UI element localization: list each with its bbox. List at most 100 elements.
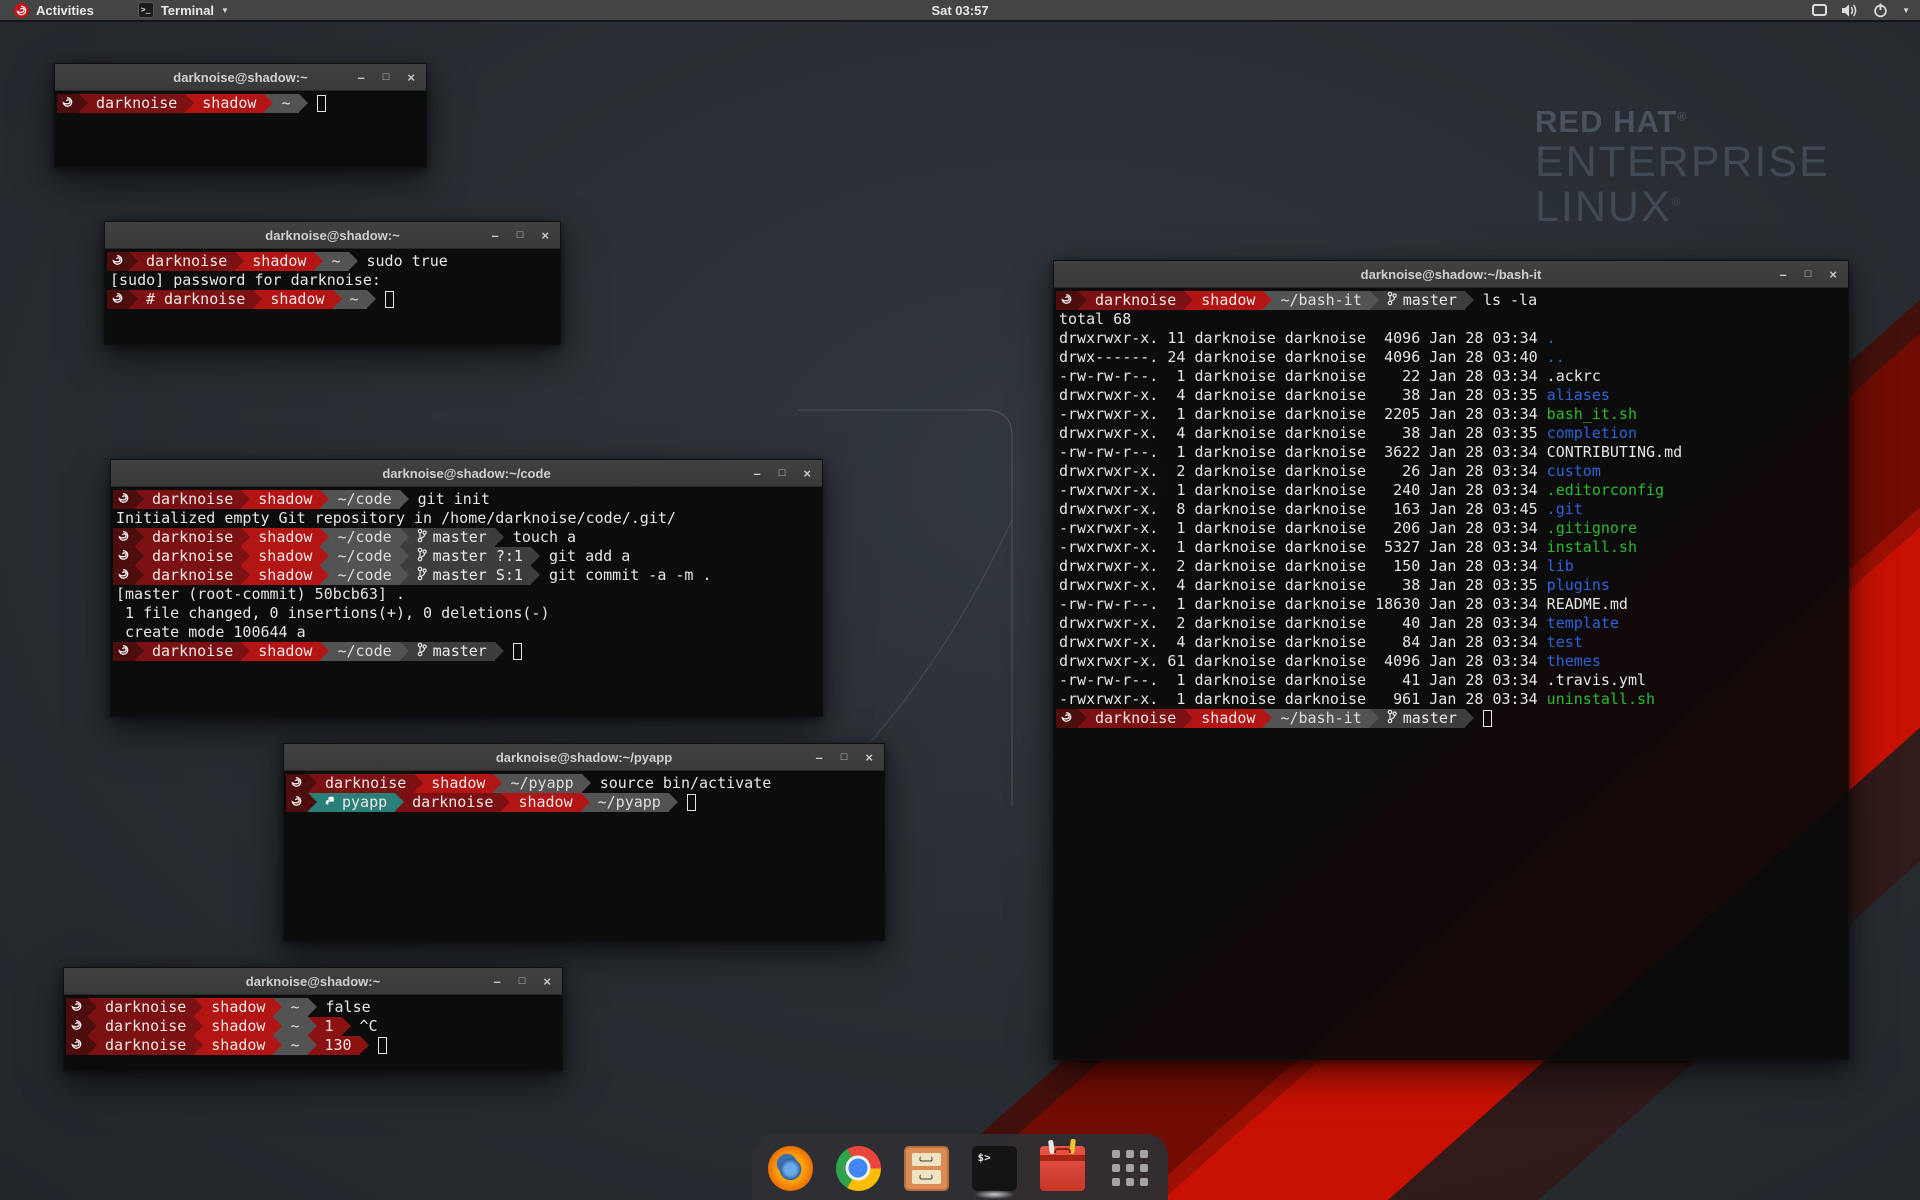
close-button[interactable]: ×	[1829, 268, 1837, 281]
firefox-icon[interactable]	[768, 1146, 813, 1191]
output-text: -rwxrwxr-x. 1 darknoise darknoise 240 Ja…	[1056, 481, 1664, 500]
terminal-line: drwxrwxr-x. 2 darknoise darknoise 26 Jan…	[1056, 462, 1846, 481]
minimize-button[interactable]: –	[816, 751, 823, 764]
output-text: drwxrwxr-x. 2 darknoise darknoise 26 Jan…	[1056, 462, 1601, 481]
powerline-separator	[308, 793, 317, 812]
prompt-segment-icon	[113, 566, 135, 585]
command-text: ^C	[360, 1017, 378, 1036]
powerline-separator	[581, 793, 590, 812]
maximize-button[interactable]: □	[383, 72, 390, 83]
titlebar[interactable]: darknoise@shadow:~/bash-it –□×	[1054, 261, 1848, 288]
redhat-icon	[291, 774, 302, 793]
titlebar[interactable]: darknoise@shadow:~/pyapp –□×	[284, 744, 884, 771]
git-branch-icon	[417, 528, 427, 548]
titlebar[interactable]: darknoise@shadow:~/code –□×	[111, 460, 822, 487]
terminal-line: darknoiseshadow~	[57, 94, 424, 113]
powerline-separator	[400, 490, 409, 509]
prompt-segment-user: darknoise	[144, 490, 241, 509]
app-menu-terminal[interactable]: >_ Terminal ▼	[132, 0, 235, 21]
terminal-cursor	[687, 794, 696, 811]
minimize-button[interactable]: –	[1780, 268, 1787, 281]
terminal-content[interactable]: darknoiseshadow~falsedarknoiseshadow~1^C…	[64, 995, 562, 1055]
prompt-segment-host: shadow	[510, 793, 580, 812]
titlebar[interactable]: darknoise@shadow:~ – □ ×	[55, 64, 426, 91]
minimize-button[interactable]: –	[494, 975, 501, 988]
prompt-segment-host: shadow	[1193, 709, 1263, 728]
close-button[interactable]: ×	[543, 975, 551, 988]
toolbox-icon[interactable]	[1040, 1146, 1085, 1191]
maximize-button[interactable]: □	[517, 230, 524, 241]
redhat-icon	[112, 252, 123, 271]
output-text: Initialized empty Git repository in /hom…	[113, 509, 676, 528]
file-name: bash_it.sh	[1547, 405, 1637, 423]
activities-button[interactable]: Activities	[8, 0, 100, 21]
app-grid-icon[interactable]	[1108, 1146, 1153, 1191]
maximize-button[interactable]: □	[1805, 269, 1812, 280]
output-text: -rwxrwxr-x. 1 darknoise darknoise 2205 J…	[1056, 405, 1637, 424]
terminal-content[interactable]: darknoiseshadow~sudo true[sudo] password…	[105, 249, 560, 309]
chrome-icon[interactable]	[836, 1146, 881, 1191]
terminal-cursor	[378, 1037, 387, 1054]
prompt-segment-path: ~/code	[329, 547, 399, 566]
terminal-icon[interactable]: $>	[972, 1146, 1017, 1191]
terminal-content[interactable]: darknoiseshadow~/pyappsource bin/activat…	[284, 771, 884, 812]
close-button[interactable]: ×	[407, 71, 415, 84]
terminal-line: darknoiseshadow~false	[66, 998, 560, 1017]
maximize-button[interactable]: □	[841, 752, 848, 763]
output-text: -rwxrwxr-x. 1 darknoise darknoise 5327 J…	[1056, 538, 1637, 557]
minimize-button[interactable]: –	[358, 71, 365, 84]
file-name: .gitignore	[1547, 519, 1637, 537]
close-button[interactable]: ×	[865, 751, 873, 764]
volume-icon[interactable]	[1841, 3, 1859, 18]
prompt-segment-path: ~	[282, 1017, 307, 1036]
terminal-content[interactable]: darknoiseshadow~/bash-itmasterls -latota…	[1054, 288, 1848, 728]
terminal-line: drwxrwxr-x. 4 darknoise darknoise 38 Jan…	[1056, 386, 1846, 405]
close-button[interactable]: ×	[803, 467, 811, 480]
caret-down-icon: ▼	[221, 6, 229, 15]
window-icon[interactable]	[1812, 4, 1827, 16]
prompt-segment-host: shadow	[203, 1017, 273, 1036]
close-button[interactable]: ×	[541, 229, 549, 242]
git-branch-icon	[417, 642, 427, 662]
prompt-segment-path: ~/bash-it	[1272, 709, 1369, 728]
terminal-line: pyappdarknoiseshadow~/pyapp	[286, 793, 882, 812]
prompt-segment-icon	[286, 793, 308, 812]
terminal-line: # darknoiseshadow~	[107, 290, 558, 309]
terminal-line: 1 file changed, 0 insertions(+), 0 delet…	[113, 604, 820, 623]
powerline-separator	[531, 566, 540, 585]
powerline-separator	[1263, 709, 1272, 728]
window-title: darknoise@shadow:~	[173, 70, 307, 85]
file-name: completion	[1547, 424, 1637, 442]
file-name: template	[1547, 614, 1619, 632]
powerline-separator	[241, 528, 250, 547]
file-name: .git	[1547, 500, 1583, 518]
powerline-separator	[395, 793, 404, 812]
terminal-line: -rw-rw-r--. 1 darknoise darknoise 41 Jan…	[1056, 671, 1846, 690]
terminal-content[interactable]: darknoiseshadow~	[55, 91, 426, 113]
maximize-button[interactable]: □	[519, 976, 526, 987]
power-icon[interactable]	[1873, 3, 1888, 18]
redhat-icon	[118, 642, 129, 661]
powerline-separator	[273, 1036, 282, 1055]
minimize-button[interactable]: –	[492, 229, 499, 242]
titlebar[interactable]: darknoise@shadow:~ –□×	[64, 968, 562, 995]
maximize-button[interactable]: □	[779, 468, 786, 479]
file-name: lib	[1547, 557, 1574, 575]
powerline-separator	[194, 1017, 203, 1036]
files-icon[interactable]	[904, 1146, 949, 1191]
powerline-separator	[241, 566, 250, 585]
terminal-line: darknoiseshadow~130	[66, 1036, 560, 1055]
caret-down-icon[interactable]: ▼	[1902, 6, 1910, 15]
prompt-segment-host: shadow	[250, 490, 320, 509]
terminal-line: drwxrwxr-x. 4 darknoise darknoise 38 Jan…	[1056, 424, 1846, 443]
prompt-segment-icon	[66, 998, 88, 1017]
terminal-content[interactable]: darknoiseshadow~/codegit initInitialized…	[111, 487, 822, 661]
terminal-line: -rwxrwxr-x. 1 darknoise darknoise 5327 J…	[1056, 538, 1846, 557]
output-text: drwxrwxr-x. 61 darknoise darknoise 4096 …	[1056, 652, 1601, 671]
minimize-button[interactable]: –	[754, 467, 761, 480]
clock[interactable]: Sat 03:57	[931, 3, 988, 18]
powerline-separator	[135, 490, 144, 509]
git-branch-icon	[417, 566, 427, 586]
terminal-line: -rwxrwxr-x. 1 darknoise darknoise 961 Ja…	[1056, 690, 1846, 709]
titlebar[interactable]: darknoise@shadow:~ –□×	[105, 222, 560, 249]
